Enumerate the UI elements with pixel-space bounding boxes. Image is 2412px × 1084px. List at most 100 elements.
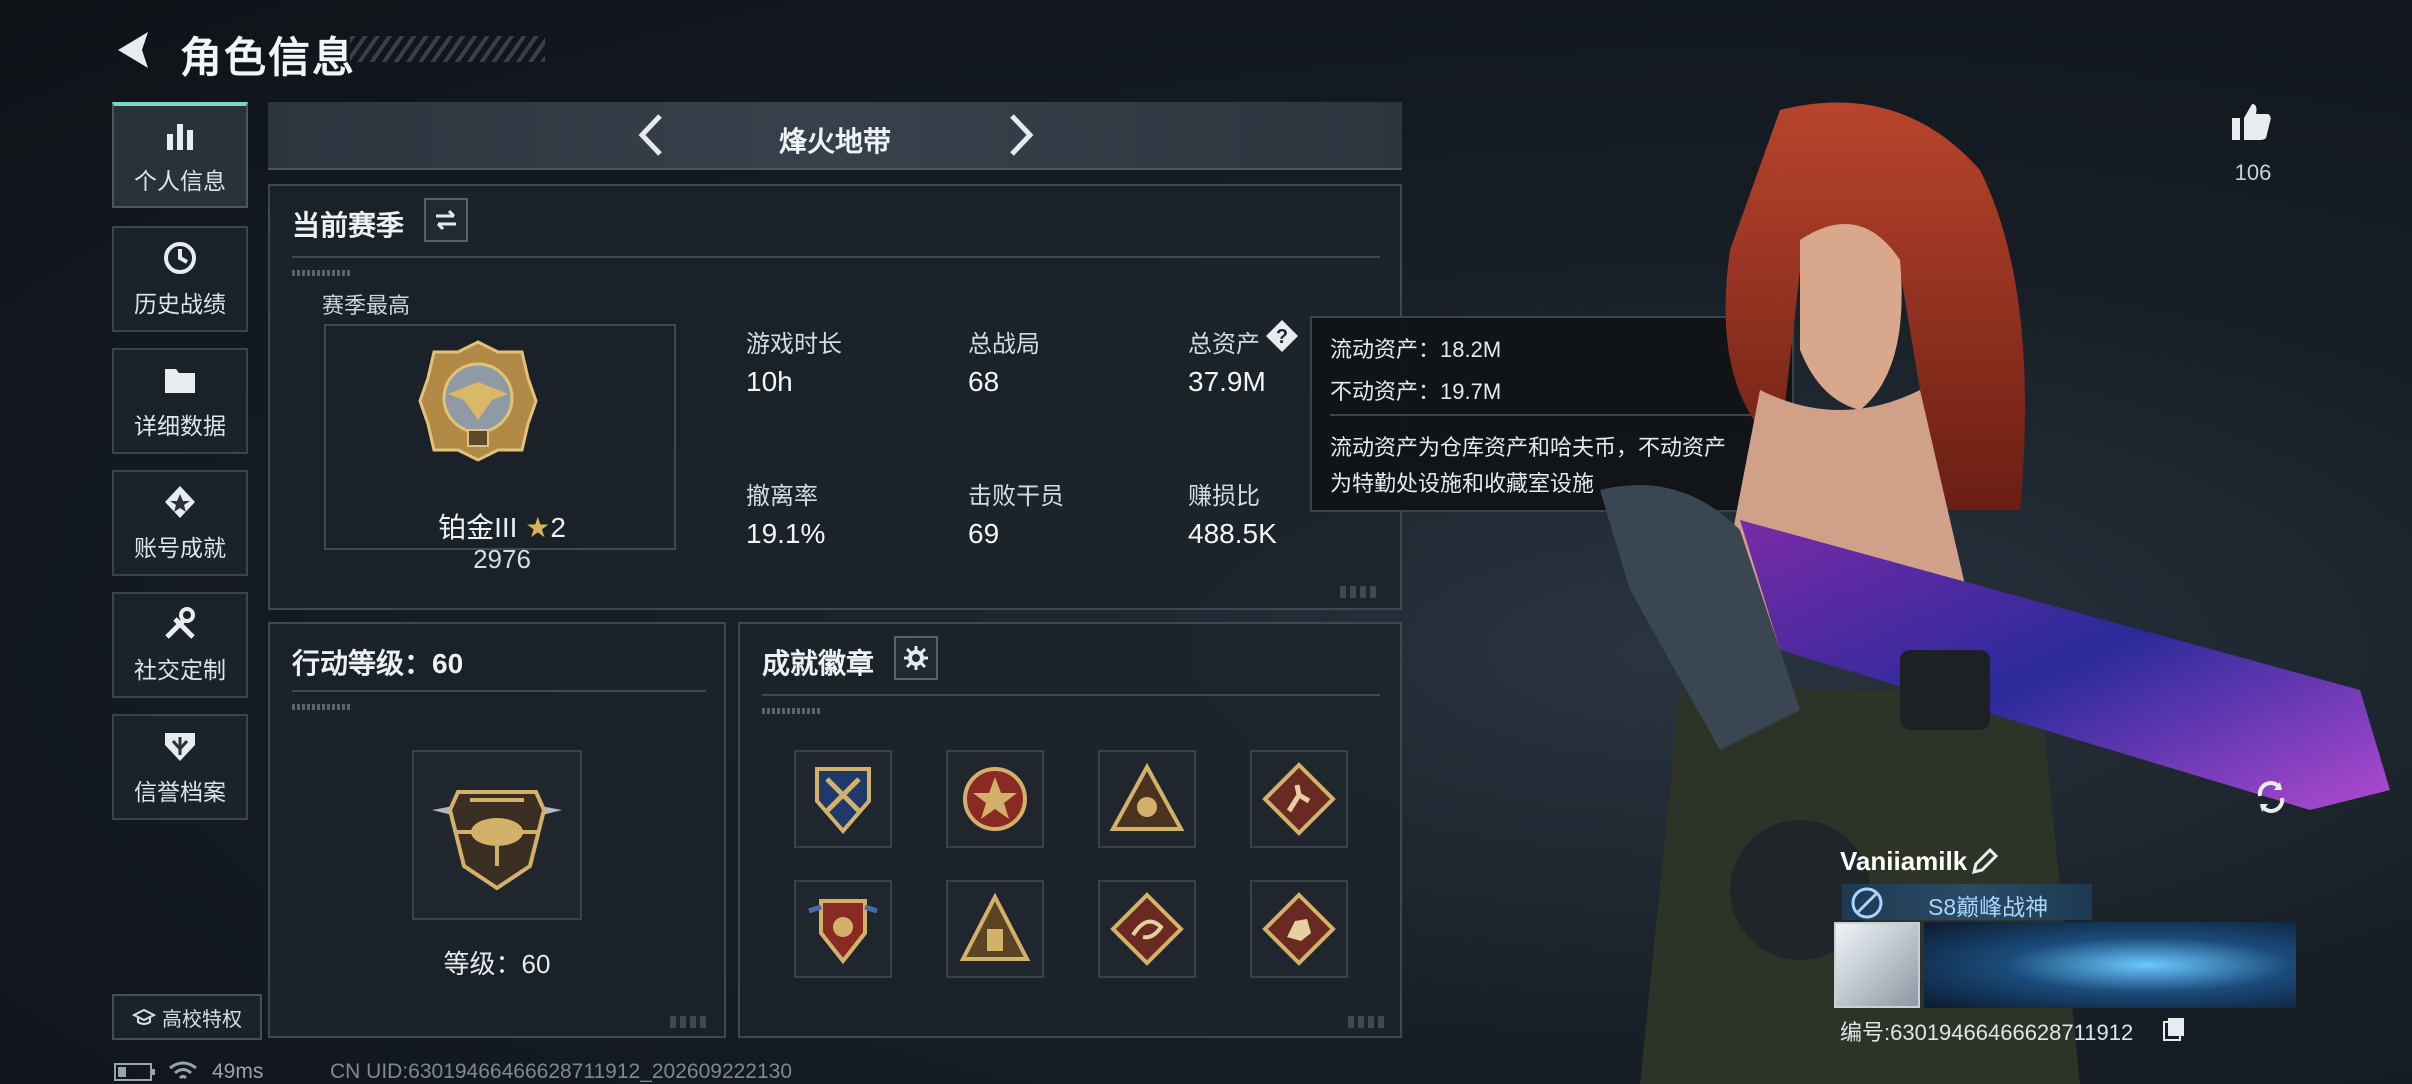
avatar[interactable]: [1834, 922, 1920, 1008]
tools-icon: [165, 607, 195, 639]
kills-label: 击败干员: [968, 483, 1064, 510]
corner-decoration: [1340, 586, 1380, 598]
level-emblem-frame: [412, 750, 582, 920]
gear-icon: [904, 646, 928, 670]
swap-button[interactable]: [424, 198, 468, 242]
status-uid: CN UID:63019466466628711912_202609222130: [330, 1060, 793, 1083]
battery-icon: [114, 1063, 155, 1081]
nav-item-credit[interactable]: 信誉档案: [112, 714, 248, 820]
nav-label: 社交定制: [134, 657, 226, 683]
matches-value: 68: [968, 366, 1000, 397]
rank-stars: 2: [550, 512, 566, 543]
svg-text:?: ?: [1276, 326, 1288, 348]
nav-label: 个人信息: [134, 168, 226, 194]
bar-chart-icon: [167, 124, 193, 150]
matches-label: 总战局: [968, 331, 1040, 358]
nav-label: 信誉档案: [134, 779, 226, 805]
folder-icon: [165, 369, 195, 393]
badge-slot[interactable]: [1250, 880, 1348, 978]
nav-item-achievements[interactable]: 账号成就: [112, 470, 248, 576]
divider: [292, 256, 1380, 258]
divider: [292, 690, 706, 692]
rotate-icon[interactable]: [2250, 776, 2292, 818]
badge-slot[interactable]: [946, 880, 1044, 978]
diamond-runner-badge-icon: [1262, 762, 1336, 836]
profit-ratio-label: 赚损比: [1188, 483, 1260, 510]
badge-slot[interactable]: [1098, 750, 1196, 848]
corner-decoration: [670, 1016, 710, 1028]
extract-rate-value: 19.1%: [746, 518, 826, 549]
edit-icon[interactable]: [1970, 848, 1998, 876]
mode-label: 烽火地带: [778, 126, 891, 157]
decoration: [292, 270, 352, 276]
ping-value: 49ms: [212, 1060, 264, 1083]
diamond-dragon-badge-icon: [1110, 892, 1184, 966]
play-time-label: 游戏时长: [746, 331, 842, 358]
star-medal-badge-icon: [963, 767, 1027, 831]
like-count: 106: [2234, 160, 2272, 185]
badge-settings-button[interactable]: [894, 636, 938, 680]
shield-icon: [165, 733, 195, 761]
triangle-badge-icon: [1109, 762, 1185, 831]
star-icon: ★: [525, 512, 551, 543]
nav-label: 账号成就: [134, 535, 226, 561]
player-title: S8巅峰战神: [1928, 894, 2049, 920]
rank-name: 铂金III: [438, 512, 518, 543]
swap-icon: [436, 209, 456, 231]
chevron-right-icon[interactable]: [998, 110, 1044, 160]
nav-label: 详细数据: [134, 413, 226, 439]
achievement-badges-panel: 成就徽章: [738, 622, 1402, 1038]
decoration: [292, 704, 352, 710]
campus-privilege-label: 高校特权: [162, 1008, 242, 1031]
player-name: Vaniiamilk: [1840, 846, 1968, 876]
assets-label: 总资产: [1188, 331, 1260, 358]
extract-rate-label: 撤离率: [746, 483, 818, 510]
badge-slot[interactable]: [1250, 750, 1348, 848]
badge-slot[interactable]: [946, 750, 1044, 848]
clock-icon: [164, 242, 196, 274]
decoration: [762, 708, 822, 714]
divider: [762, 694, 1380, 696]
achievement-icon: [165, 486, 195, 518]
thumbs-up-icon[interactable]: [2230, 100, 2274, 144]
player-id: 编号:63019466466628711912: [1840, 1020, 2134, 1045]
wifi-icon: [169, 1061, 197, 1080]
badges-title: 成就徽章: [762, 648, 875, 679]
pyramid-badge-icon: [959, 892, 1031, 961]
badge-slot[interactable]: [794, 750, 892, 848]
rank-score: 2976: [473, 544, 531, 574]
title-emblem-icon: [1851, 887, 1883, 919]
badge-slot[interactable]: [794, 880, 892, 978]
name-card-banner: [1924, 922, 2296, 1008]
rank-emblem-icon: [418, 340, 538, 462]
season-panel: 当前赛季 赛季最高 铂金III ★2 2976 游戏时长 10h 总战局 68 …: [268, 184, 1402, 610]
season-best-label: 赛季最高: [322, 293, 411, 318]
nav-label: 历史战绩: [134, 291, 226, 317]
graduation-cap-icon: [132, 1008, 156, 1025]
assets-value: 37.9M: [1188, 366, 1266, 397]
mode-selector: 烽火地带: [268, 102, 1402, 170]
nav-item-history[interactable]: 历史战绩: [112, 226, 248, 332]
title-decoration: [350, 36, 545, 62]
badge-slot[interactable]: [1098, 880, 1196, 978]
action-level-title: 行动等级：60: [292, 648, 464, 679]
crest-badge-icon: [815, 767, 871, 835]
diamond-beast-badge-icon: [1262, 892, 1336, 966]
campus-privilege-button[interactable]: 高校特权: [112, 994, 262, 1040]
kills-value: 69: [968, 518, 1000, 549]
nav-item-detailed-data[interactable]: 详细数据: [112, 348, 248, 454]
level-text: 等级：60: [443, 949, 551, 979]
rank-info: 铂金III ★2: [422, 506, 582, 546]
copy-icon[interactable]: [2162, 1016, 2186, 1042]
profit-ratio-value: 488.5K: [1188, 518, 1277, 549]
season-title: 当前赛季: [292, 210, 405, 241]
page-title: 角色信息: [180, 34, 357, 81]
nav-item-social[interactable]: 社交定制: [112, 592, 248, 698]
nav-item-personal-info[interactable]: 个人信息: [112, 102, 248, 208]
help-icon[interactable]: ?: [1264, 318, 1300, 354]
play-time-value: 10h: [746, 366, 793, 397]
action-level-panel: 行动等级：60 等级：60: [268, 622, 726, 1038]
helicopter-emblem-icon: [432, 790, 562, 891]
shield-wings-badge-icon: [808, 899, 878, 965]
back-arrow-icon[interactable]: [112, 28, 156, 72]
